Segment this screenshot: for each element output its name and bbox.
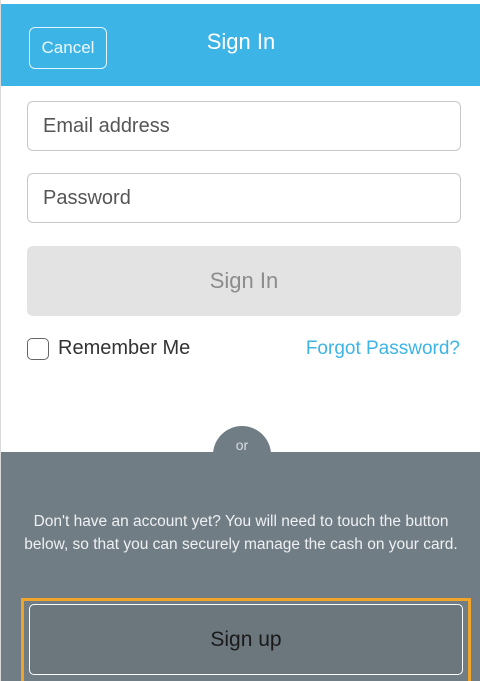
password-input[interactable] — [27, 173, 461, 223]
remember-me-toggle[interactable]: Remember Me — [27, 337, 190, 360]
or-label: or — [235, 437, 249, 453]
remember-me-checkbox[interactable] — [27, 337, 49, 360]
remember-me-label: Remember Me — [58, 337, 191, 359]
sign-in-screen: Cancel Sign In Sign In Remember Me Forgo… — [0, 0, 480, 681]
header-bar: Cancel Sign In — [1, 4, 480, 86]
signup-info-text: Don't have an account yet? You will need… — [24, 513, 458, 553]
forgot-password-link[interactable]: Forgot Password? — [306, 338, 460, 360]
sign-in-button[interactable]: Sign In — [27, 246, 461, 316]
cancel-button[interactable]: Cancel — [29, 27, 107, 69]
sign-up-button[interactable]: Sign up — [29, 604, 463, 675]
email-input[interactable] — [27, 101, 461, 151]
